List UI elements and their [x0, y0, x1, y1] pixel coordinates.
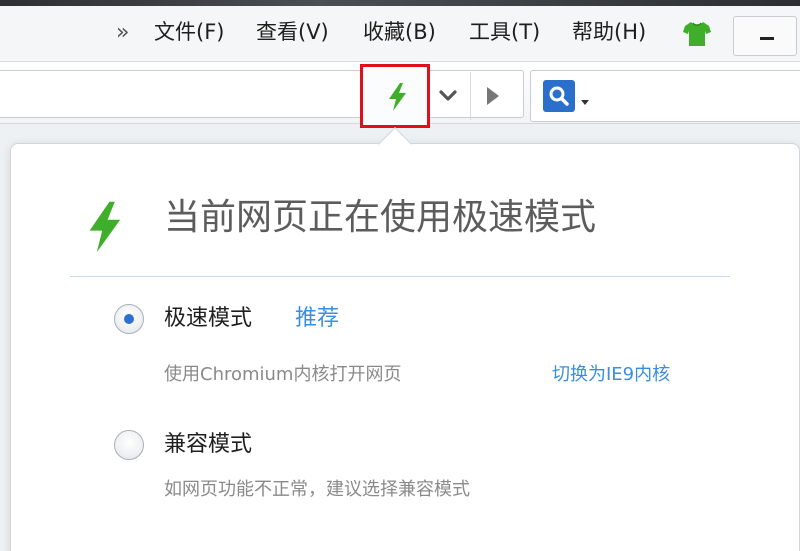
play-forward-icon [487, 87, 499, 105]
menu-bar: » 文件(F) 查看(V) 收藏(B) 工具(T) 帮助(H) [0, 6, 800, 62]
search-box[interactable] [530, 70, 800, 122]
minimize-button[interactable] [733, 16, 797, 56]
switch-to-ie9-link[interactable]: 切换为IE9内核 [552, 366, 670, 384]
search-engine-button[interactable] [543, 80, 591, 114]
menu-help[interactable]: 帮助(H) [572, 22, 646, 43]
lightning-icon [82, 200, 126, 258]
minimize-icon [760, 37, 774, 40]
search-button-bg [543, 80, 575, 112]
menu-favorites[interactable]: 收藏(B) [363, 22, 436, 43]
caret-down-icon [581, 100, 589, 105]
dropdown-button[interactable] [431, 74, 467, 120]
menu-file[interactable]: 文件(F) [154, 22, 224, 43]
speed-mode-button[interactable] [360, 64, 430, 128]
lightning-icon [389, 83, 406, 111]
search-icon [549, 86, 569, 106]
compat-mode-description: 如网页功能不正常，建议选择兼容模式 [164, 479, 470, 500]
tshirt-icon[interactable] [682, 20, 712, 48]
popup-title: 当前网页正在使用极速模式 [164, 197, 597, 238]
compat-mode-radio[interactable] [114, 430, 144, 460]
recommended-tag: 推荐 [295, 306, 340, 331]
speed-mode-description: 使用Chromium内核打开网页 [164, 364, 402, 385]
speed-mode-radio[interactable] [114, 304, 144, 334]
menu-overflow-chevron[interactable]: » [116, 22, 129, 44]
menu-view[interactable]: 查看(V) [256, 22, 329, 43]
speed-mode-label[interactable]: 极速模式 [164, 308, 252, 330]
chevron-down-icon [439, 90, 457, 101]
popup-divider [70, 276, 730, 277]
menu-tools[interactable]: 工具(T) [469, 22, 540, 43]
forward-button[interactable] [470, 72, 514, 120]
compat-mode-label[interactable]: 兼容模式 [164, 434, 252, 456]
